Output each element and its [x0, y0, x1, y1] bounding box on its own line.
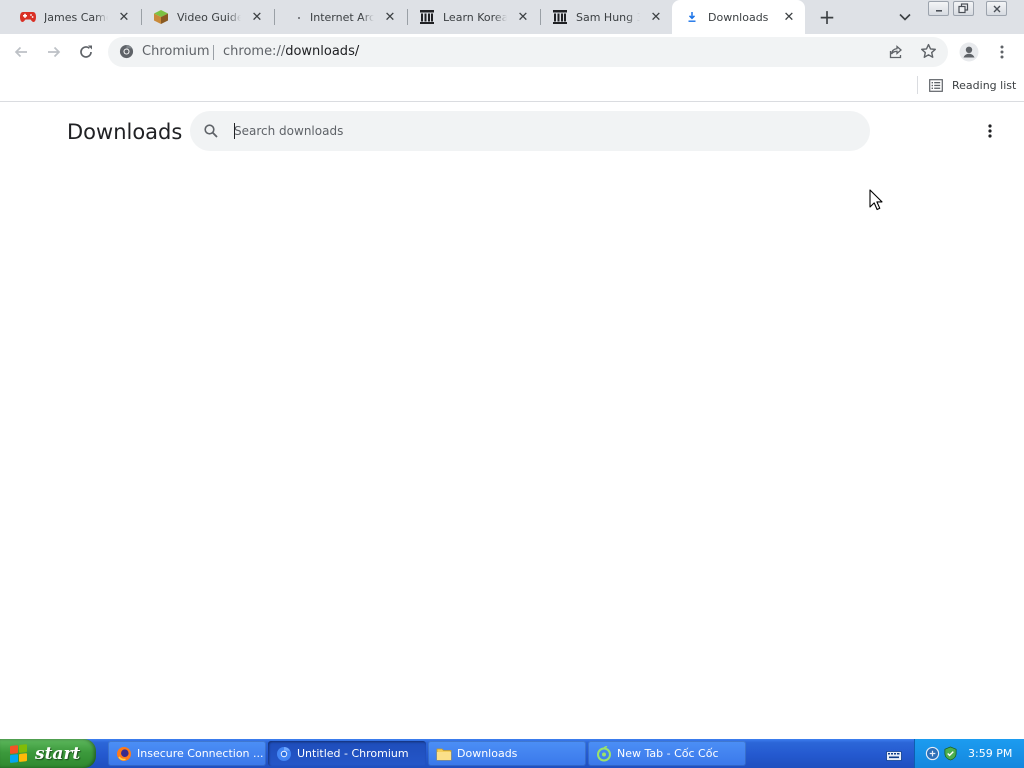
reading-list-label: Reading list: [952, 78, 1017, 92]
tab-strip: James Cameron ✕ Video Guide f ✕ Internet…: [0, 0, 1024, 34]
close-icon[interactable]: ✕: [781, 9, 797, 25]
minecraft-block-icon: [153, 9, 169, 25]
taskbar: start Insecure Connection ... Untitled -…: [0, 739, 1024, 768]
avatar-icon: [959, 42, 979, 62]
tab-title: Downloads: [708, 10, 769, 24]
taskbar-item-downloads[interactable]: Downloads: [428, 741, 586, 766]
profile-button[interactable]: [958, 41, 980, 63]
archive-building-icon: [419, 9, 435, 25]
taskbar-item-label: Untitled - Chromium: [297, 747, 409, 760]
kebab-menu-icon: [1000, 45, 1004, 59]
reload-icon: [80, 45, 92, 58]
browser-toolbar: Chromium chrome://downloads/: [0, 34, 1024, 70]
back-arrow-icon: [14, 46, 27, 58]
tab-video-guide[interactable]: Video Guide f ✕: [133, 0, 273, 34]
chevron-down-icon: [899, 13, 911, 21]
clock: 3:59 PM: [968, 747, 1013, 760]
search-box[interactable]: [190, 111, 870, 151]
back-button[interactable]: [9, 40, 33, 64]
dot-icon: [286, 9, 302, 25]
omnibox-url[interactable]: chrome://downloads/: [223, 44, 359, 59]
omnibox[interactable]: Chromium chrome://downloads/: [108, 37, 948, 67]
new-tab-button[interactable]: +: [816, 5, 838, 29]
tab-title: Learn Korean: [443, 10, 507, 24]
close-icon[interactable]: ✕: [515, 9, 531, 25]
bookmark-star-icon[interactable]: [920, 43, 937, 64]
restore-button[interactable]: [953, 1, 974, 16]
start-button[interactable]: start: [0, 739, 96, 768]
close-icon[interactable]: ✕: [116, 9, 132, 25]
close-icon[interactable]: ✕: [648, 9, 664, 25]
omnibox-chip-label: Chromium: [142, 44, 210, 59]
downloads-page: Downloads: [0, 103, 1024, 739]
taskbar-item-insecure-connection[interactable]: Insecure Connection ...: [108, 741, 266, 766]
reload-button[interactable]: [74, 40, 98, 64]
omnibox-divider: [213, 45, 214, 60]
downloads-more-actions-button[interactable]: [982, 121, 998, 141]
search-input[interactable]: [234, 121, 834, 141]
search-icon: [203, 123, 219, 143]
restore-icon: [958, 3, 969, 14]
tab-title: James Cameron: [44, 10, 108, 24]
bookmarks-separator: [917, 76, 918, 94]
text-caret: [234, 123, 235, 139]
folder-icon: [436, 746, 452, 762]
mouse-cursor-icon: [869, 189, 883, 215]
windows-logo-icon: [10, 743, 28, 764]
taskbar-item-label: Insecure Connection ...: [137, 747, 264, 760]
chromium-logo-icon: [119, 44, 134, 63]
minimize-button[interactable]: [928, 1, 949, 16]
tab-search-button[interactable]: [896, 9, 914, 25]
taskbar-item-chromium[interactable]: Untitled - Chromium: [268, 741, 426, 766]
firefox-icon: [116, 746, 132, 762]
reading-list-button[interactable]: Reading list: [929, 76, 1016, 94]
tab-learn-korean[interactable]: Learn Korean ✕: [399, 0, 539, 34]
reading-list-icon: [929, 78, 943, 92]
url-scheme: chrome://: [223, 44, 286, 59]
tab-title: Internet Archi: [310, 10, 374, 24]
download-icon: [684, 9, 700, 25]
bookmarks-bar: Reading list: [0, 70, 1024, 102]
close-icon: [993, 5, 1000, 12]
close-icon[interactable]: ✕: [382, 9, 398, 25]
tab-internet-archive[interactable]: Internet Archi ✕: [266, 0, 406, 34]
archive-building-icon: [552, 9, 568, 25]
chromium-icon: [276, 746, 292, 762]
browser-menu-button[interactable]: [994, 41, 1010, 63]
coccoc-icon: [596, 745, 612, 762]
kebab-menu-icon: [988, 124, 992, 138]
page-title: Downloads: [67, 120, 183, 144]
tab-title: Video Guide f: [177, 10, 241, 24]
close-icon[interactable]: ✕: [249, 9, 265, 25]
tab-title: Sam Hung 3.0: [576, 10, 640, 24]
shield-icon[interactable]: [943, 746, 958, 765]
minimize-icon: [935, 9, 942, 12]
tab-james-cameron[interactable]: James Cameron ✕: [0, 0, 140, 34]
network-icon[interactable]: [925, 746, 940, 765]
url-path: downloads/: [285, 44, 360, 59]
close-window-button[interactable]: [986, 1, 1007, 16]
keyboard-icon[interactable]: [886, 747, 902, 766]
forward-arrow-icon: [48, 46, 61, 58]
taskbar-item-label: Downloads: [457, 747, 518, 760]
forward-button[interactable]: [42, 40, 66, 64]
gamepad-icon: [20, 9, 36, 25]
taskbar-item-coccoc[interactable]: New Tab - Cốc Cốc: [588, 741, 746, 766]
start-label: start: [35, 743, 81, 764]
tab-downloads[interactable]: Downloads ✕: [672, 0, 805, 34]
taskbar-item-label: New Tab - Cốc Cốc: [617, 747, 719, 760]
share-icon[interactable]: [888, 44, 904, 64]
tab-sam-hung[interactable]: Sam Hung 3.0 ✕: [532, 0, 672, 34]
